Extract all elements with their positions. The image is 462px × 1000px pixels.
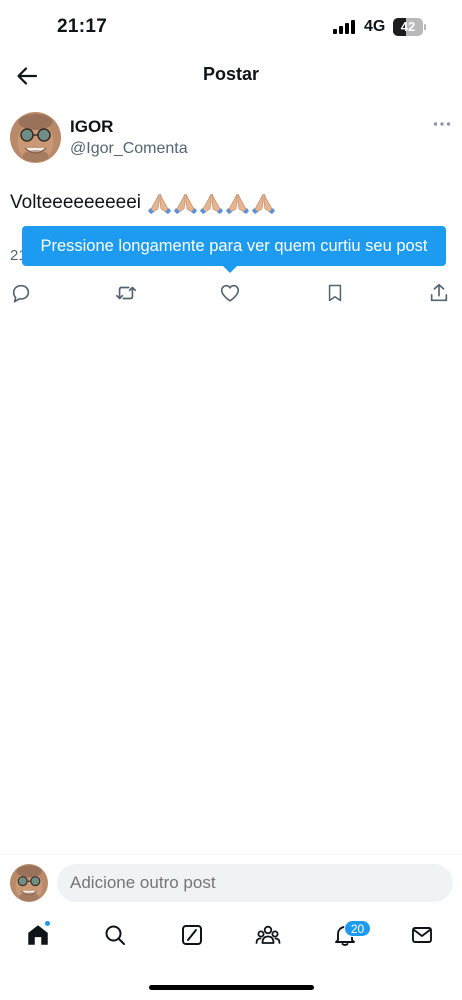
signal-icon	[333, 20, 357, 34]
home-indicator[interactable]	[149, 985, 314, 990]
tooltip-arrow	[222, 265, 238, 273]
status-bar: 21:17 4G 42	[0, 0, 462, 54]
folded-hands-emoji	[226, 193, 249, 214]
communities-icon	[255, 925, 281, 944]
like-tooltip: Pressione longamente para ver quem curti…	[22, 226, 446, 266]
share-icon	[430, 283, 448, 302]
tab-grok[interactable]	[177, 920, 207, 950]
page-title: Postar	[202, 64, 260, 84]
status-time: 21:17	[57, 16, 108, 37]
battery-level: 42	[400, 19, 416, 34]
composer-avatar[interactable]	[10, 864, 48, 902]
folded-hands-emoji	[200, 193, 223, 214]
post-emojis	[147, 190, 276, 216]
avatar[interactable]	[10, 112, 61, 163]
avatar-image	[10, 864, 48, 902]
post-actions	[0, 278, 462, 308]
battery-icon: 42	[393, 18, 427, 36]
network-type: 4G	[364, 18, 386, 35]
folded-hands-emoji	[252, 193, 275, 214]
more-horizontal-icon	[433, 122, 451, 126]
home-new-dot	[44, 920, 51, 927]
like-button[interactable]	[215, 278, 245, 308]
repost-button[interactable]	[111, 278, 141, 308]
repost-icon	[116, 286, 136, 300]
heart-icon	[220, 284, 240, 302]
share-button[interactable]	[424, 278, 454, 308]
post-author: IGOR @Igor_Comenta	[10, 112, 452, 164]
tab-communities[interactable]	[253, 920, 283, 950]
author-name[interactable]: IGOR	[70, 117, 113, 137]
reply-icon	[12, 284, 30, 303]
notifications-badge: 20	[344, 920, 371, 937]
tab-bar: 20	[0, 912, 462, 962]
grok-icon	[182, 925, 202, 945]
avatar-image	[10, 112, 61, 163]
composer-divider	[0, 854, 462, 855]
mail-icon	[412, 927, 432, 943]
folded-hands-emoji	[148, 193, 171, 214]
reply-input[interactable]	[57, 864, 453, 902]
bookmark-icon	[328, 284, 342, 302]
reply-button[interactable]	[6, 278, 36, 308]
search-icon	[105, 925, 125, 945]
bookmark-button[interactable]	[320, 278, 350, 308]
more-button[interactable]	[432, 114, 452, 134]
tab-search[interactable]	[100, 920, 130, 950]
author-handle[interactable]: @Igor_Comenta	[70, 140, 188, 158]
page-header: Postar	[0, 54, 462, 98]
tab-messages[interactable]	[407, 920, 437, 950]
folded-hands-emoji	[174, 193, 197, 214]
post-text: Volteeeeeeeeei	[10, 192, 142, 213]
